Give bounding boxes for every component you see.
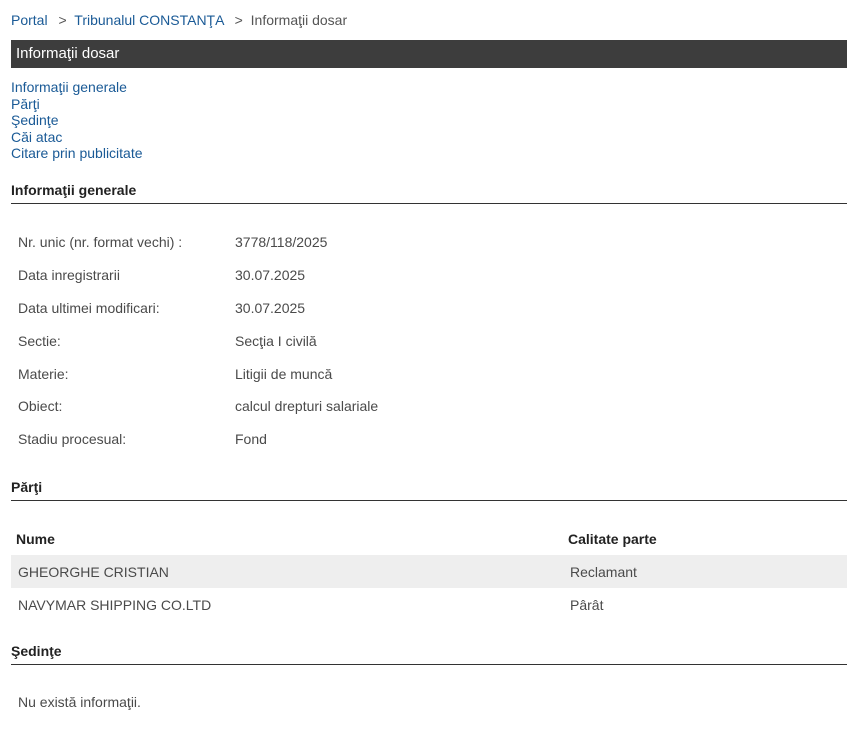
- info-value: Fond: [235, 431, 267, 448]
- section-heading-informatii-generale: Informaţii generale: [11, 182, 847, 204]
- info-label: Data ultimei modificari:: [18, 299, 160, 316]
- sedinte-empty-message: Nu există informaţii.: [18, 694, 141, 710]
- nav-link-informatii-generale[interactable]: Informaţii generale: [11, 79, 143, 96]
- info-label: Stadiu procesual:: [18, 431, 127, 448]
- table-row: NAVYMAR SHIPPING CO.LTD Pârât: [11, 588, 847, 621]
- party-role: Pârât: [570, 596, 604, 613]
- parti-table: Nume Calitate parte GHEORGHE CRISTIAN Re…: [11, 522, 847, 621]
- section-nav: Informaţii generale Părţi Şedinţe Căi at…: [11, 79, 143, 162]
- info-row: Sectie: Secţia I civilă: [11, 324, 378, 357]
- info-value: 30.07.2025: [235, 299, 306, 316]
- info-label: Sectie:: [18, 332, 61, 349]
- info-row: Stadiu procesual: Fond: [11, 423, 378, 456]
- info-row: Materie: Litigii de muncă: [11, 357, 378, 390]
- party-name: GHEORGHE CRISTIAN: [11, 555, 563, 588]
- info-value: 3778/118/2025: [235, 234, 328, 251]
- column-header-calitate-parte: Calitate parte: [568, 530, 657, 547]
- nav-link-citare-publicitate[interactable]: Citare prin publicitate: [11, 145, 143, 162]
- info-row: Data inregistrarii 30.07.2025: [11, 259, 378, 292]
- breadcrumb-court-link[interactable]: Tribunalul CONSTANŢA: [74, 12, 223, 28]
- page-title: Informaţii dosar: [11, 40, 847, 68]
- breadcrumb: Portal > Tribunalul CONSTANŢA > Informaţ…: [11, 12, 347, 28]
- info-row: Obiect: calcul drepturi salariale: [11, 390, 378, 423]
- info-row: Data ultimei modificari: 30.07.2025: [11, 292, 378, 325]
- info-value: Litigii de muncă: [235, 365, 333, 382]
- info-row: Nr. unic (nr. format vechi) : 3778/118/2…: [11, 226, 378, 259]
- party-role: Reclamant: [563, 555, 847, 588]
- info-value: Secţia I civilă: [235, 332, 317, 349]
- breadcrumb-portal-link[interactable]: Portal: [11, 12, 48, 28]
- breadcrumb-separator: >: [58, 12, 67, 28]
- table-header-row: Nume Calitate parte: [11, 522, 847, 555]
- section-heading-sedinte: Şedinţe: [11, 643, 847, 665]
- nav-link-sedinte[interactable]: Şedinţe: [11, 112, 143, 129]
- info-label: Materie:: [18, 365, 69, 382]
- party-name: NAVYMAR SHIPPING CO.LTD: [18, 596, 212, 613]
- info-label: Data inregistrarii: [18, 267, 120, 284]
- nav-link-parti[interactable]: Părţi: [11, 96, 143, 113]
- table-row: GHEORGHE CRISTIAN Reclamant: [11, 555, 847, 588]
- info-label: Nr. unic (nr. format vechi) :: [18, 234, 183, 251]
- info-value: calcul drepturi salariale: [235, 398, 379, 415]
- info-value: 30.07.2025: [235, 267, 306, 284]
- nav-link-cai-atac[interactable]: Căi atac: [11, 129, 143, 146]
- general-info-table: Nr. unic (nr. format vechi) : 3778/118/2…: [11, 226, 378, 456]
- section-heading-parti: Părţi: [11, 479, 847, 501]
- column-header-nume: Nume: [16, 530, 55, 547]
- breadcrumb-current: Informaţii dosar: [250, 12, 348, 28]
- info-label: Obiect:: [18, 398, 63, 415]
- breadcrumb-separator: >: [234, 12, 243, 28]
